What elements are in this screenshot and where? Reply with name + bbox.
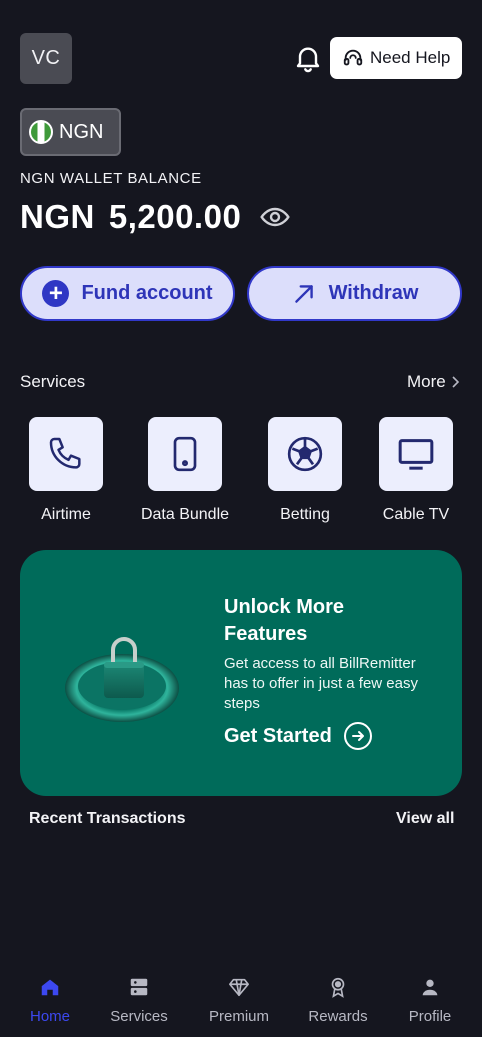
nav-premium[interactable]: Premium — [191, 976, 287, 1025]
notification-bell-icon[interactable] — [292, 42, 324, 74]
person-icon — [422, 979, 438, 996]
currency-selector[interactable]: NGN — [20, 108, 121, 156]
need-help-label: Need Help — [370, 48, 451, 67]
balance-amount: 5,200.00 — [108, 198, 242, 235]
nav-label: Home — [29, 1008, 70, 1025]
service-data-bundle[interactable]: Data Bundle — [135, 417, 235, 524]
plus-icon: + — [42, 280, 70, 307]
nav-label: Premium — [208, 1008, 269, 1025]
service-label: Cable TV — [382, 506, 450, 523]
nav-rewards[interactable]: Rewards — [290, 976, 386, 1025]
get-started-button[interactable]: Get Started — [224, 722, 372, 750]
recent-transactions-title: Recent Transactions — [29, 810, 186, 827]
services-more-link[interactable]: More — [407, 372, 460, 392]
mobile-device-icon — [173, 436, 197, 472]
view-all-link[interactable]: View all — [396, 810, 454, 828]
phone-icon — [49, 437, 81, 469]
home-icon — [41, 979, 59, 996]
show-balance-eye-icon[interactable] — [259, 201, 291, 233]
service-airtime[interactable]: Airtime — [16, 417, 116, 524]
medal-icon — [331, 977, 345, 998]
nav-label: Profile — [408, 1008, 452, 1025]
nav-label: Rewards — [308, 1008, 368, 1025]
services-title: Services — [20, 372, 86, 391]
nav-label: Services — [110, 1008, 168, 1025]
diamond-icon — [229, 978, 249, 997]
services-more-label: More — [407, 372, 446, 391]
nav-profile[interactable]: Profile — [382, 976, 478, 1025]
service-label: Airtime — [41, 506, 91, 523]
nav-home[interactable]: Home — [2, 976, 98, 1025]
tv-icon — [398, 439, 434, 470]
withdraw-button[interactable]: Withdraw — [247, 266, 462, 321]
services-icon — [130, 978, 148, 996]
need-help-button[interactable]: Need Help — [330, 37, 462, 79]
chevron-right-icon — [452, 376, 459, 388]
unlock-features-card[interactable]: Unlock More Features Get access to all B… — [20, 550, 462, 796]
service-label: Data Bundle — [140, 506, 230, 523]
service-label: Betting — [280, 506, 330, 523]
balance-row: NGN 5,200.00 — [20, 198, 291, 236]
balance-label: NGN WALLET BALANCE — [20, 170, 202, 187]
fund-account-label: Fund account — [81, 282, 213, 304]
balance-currency: NGN — [20, 198, 95, 235]
avatar-initials: VC — [31, 47, 61, 69]
arrow-up-right-icon — [294, 284, 313, 303]
avatar[interactable]: VC — [20, 33, 72, 84]
withdraw-label: Withdraw — [328, 282, 419, 304]
promo-title: Unlock More Features — [224, 596, 345, 645]
fund-account-button[interactable]: + Fund account — [20, 266, 235, 321]
service-cable-tv[interactable]: Cable TV — [366, 417, 466, 524]
nigeria-flag-icon — [29, 120, 53, 144]
nav-services[interactable]: Services — [91, 976, 187, 1025]
get-started-label: Get Started — [224, 724, 332, 747]
football-icon — [287, 436, 323, 472]
arrow-right-circle-icon — [343, 722, 372, 750]
padlock-icon — [65, 637, 179, 722]
promo-text: Get access to all BillRemitter has to of… — [224, 655, 418, 712]
service-betting[interactable]: Betting — [255, 417, 355, 524]
currency-code: NGN — [59, 120, 104, 143]
headset-icon — [343, 49, 363, 66]
